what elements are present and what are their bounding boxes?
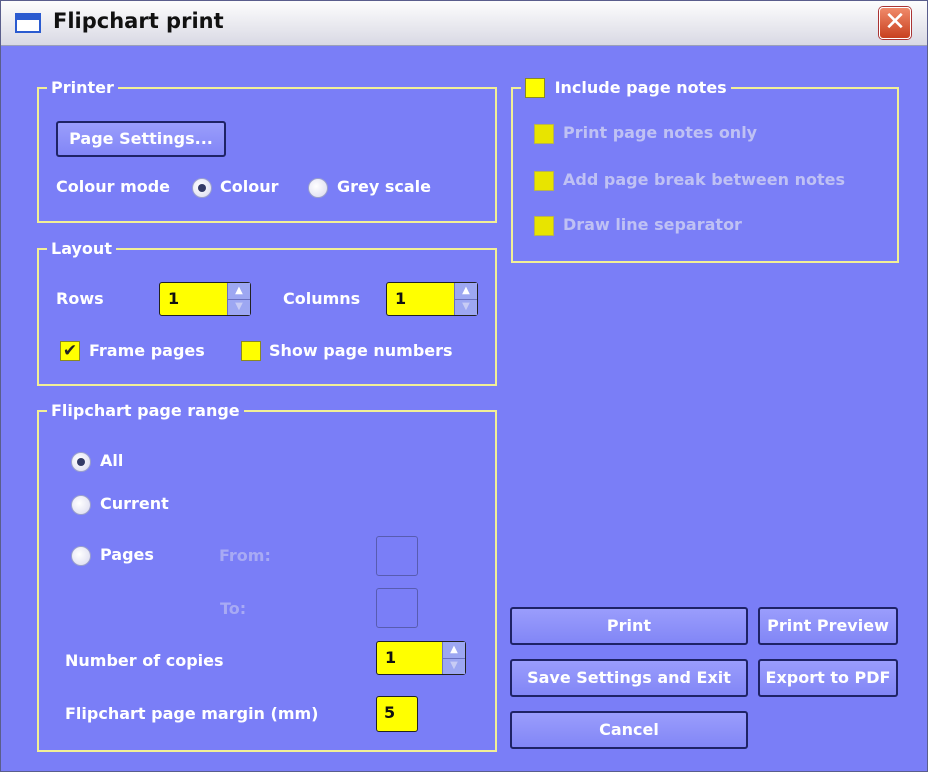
- title-bar[interactable]: Flipchart print ✕: [1, 1, 927, 46]
- columns-spinner[interactable]: 1 ▲ ▼: [386, 282, 478, 316]
- all-label[interactable]: All: [100, 451, 123, 470]
- all-radio[interactable]: [71, 452, 91, 472]
- current-label[interactable]: Current: [100, 494, 169, 513]
- include-page-notes-checkbox[interactable]: [525, 77, 545, 98]
- cancel-button[interactable]: Cancel: [510, 711, 748, 749]
- copies-value[interactable]: 1: [385, 648, 396, 667]
- from-label: From:: [219, 546, 271, 565]
- copies-up-arrow-icon[interactable]: ▲: [443, 642, 465, 659]
- colour-option-label[interactable]: Colour: [220, 177, 279, 196]
- page-range-legend: Flipchart page range: [47, 400, 244, 422]
- rows-down-arrow-icon[interactable]: ▼: [228, 299, 250, 315]
- add-page-break-checkbox[interactable]: [534, 171, 554, 191]
- export-pdf-button[interactable]: Export to PDF: [758, 659, 898, 697]
- margin-input[interactable]: 5: [376, 696, 418, 732]
- columns-label: Columns: [283, 289, 361, 308]
- to-input[interactable]: [376, 588, 418, 628]
- margin-value[interactable]: 5: [384, 703, 395, 722]
- save-settings-exit-button[interactable]: Save Settings and Exit: [510, 659, 748, 697]
- page-settings-button[interactable]: Page Settings...: [56, 121, 226, 157]
- copies-down-arrow-icon[interactable]: ▼: [443, 658, 465, 674]
- show-page-numbers-checkbox[interactable]: [241, 341, 261, 361]
- rows-spinner[interactable]: 1 ▲ ▼: [159, 282, 251, 316]
- print-page-notes-only-label[interactable]: Print page notes only: [563, 123, 757, 142]
- print-page-notes-only-checkbox[interactable]: [534, 124, 554, 144]
- pages-radio[interactable]: [71, 546, 91, 566]
- rows-value[interactable]: 1: [168, 289, 179, 308]
- frame-pages-checkbox[interactable]: ✔: [60, 341, 80, 361]
- printer-legend: Printer: [47, 77, 118, 99]
- frame-pages-label[interactable]: Frame pages: [89, 341, 205, 360]
- window-title: Flipchart print: [53, 9, 224, 33]
- to-label: To:: [220, 599, 247, 618]
- grey-scale-option-label[interactable]: Grey scale: [337, 177, 431, 196]
- columns-up-arrow-icon[interactable]: ▲: [455, 283, 477, 300]
- show-page-numbers-label[interactable]: Show page numbers: [269, 341, 453, 360]
- margin-label: Flipchart page margin (mm): [65, 704, 319, 723]
- from-input[interactable]: [376, 536, 418, 576]
- print-preview-button[interactable]: Print Preview: [758, 607, 898, 645]
- rows-up-arrow-icon[interactable]: ▲: [228, 283, 250, 300]
- grey-scale-radio[interactable]: [308, 178, 328, 198]
- add-page-break-label[interactable]: Add page break between notes: [563, 170, 845, 189]
- copies-label: Number of copies: [65, 651, 224, 670]
- include-page-notes-label[interactable]: Include page notes: [555, 78, 727, 97]
- layout-group: Layout: [37, 238, 497, 386]
- draw-line-separator-checkbox[interactable]: [534, 216, 554, 236]
- close-button[interactable]: ✕: [879, 7, 911, 39]
- flipchart-print-dialog: Flipchart print ✕ Printer Page Settings.…: [0, 0, 928, 772]
- layout-legend: Layout: [47, 238, 116, 260]
- window-icon: [15, 13, 41, 33]
- colour-mode-label: Colour mode: [56, 177, 171, 196]
- columns-value[interactable]: 1: [395, 289, 406, 308]
- current-radio[interactable]: [71, 495, 91, 515]
- colour-radio[interactable]: [192, 178, 212, 198]
- page-notes-legend: Include page notes: [521, 77, 731, 99]
- copies-spinner[interactable]: 1 ▲ ▼: [376, 641, 466, 675]
- pages-label[interactable]: Pages: [100, 545, 154, 564]
- rows-label: Rows: [56, 289, 104, 308]
- columns-down-arrow-icon[interactable]: ▼: [455, 299, 477, 315]
- print-button[interactable]: Print: [510, 607, 748, 645]
- draw-line-separator-label[interactable]: Draw line separator: [563, 215, 742, 234]
